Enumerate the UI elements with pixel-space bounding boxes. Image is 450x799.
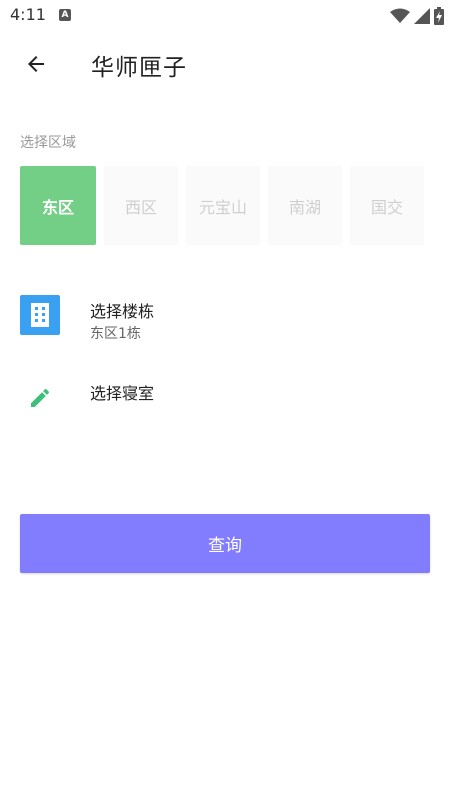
region-chip-west[interactable]: 西区 [104, 166, 178, 245]
selected-building-value: 东区1栋 [90, 326, 141, 342]
toolbar: 华师匣子 [0, 32, 450, 98]
building-icon [20, 295, 60, 335]
region-section-label: 选择区域 [20, 135, 76, 151]
battery-charging-icon [434, 7, 444, 25]
status-bar: 4:11 A [0, 0, 450, 32]
region-chip-east[interactable]: 东区 [20, 166, 96, 245]
pencil-icon [31, 388, 50, 407]
select-building-row[interactable]: 选择楼栋 东区1栋 [0, 290, 450, 350]
select-building-label: 选择楼栋 [90, 302, 155, 321]
notification-a-icon: A [59, 9, 71, 21]
region-chip-yuanbaoshan[interactable]: 元宝山 [186, 166, 260, 245]
signal-icon [414, 8, 430, 24]
back-button[interactable] [14, 42, 58, 86]
arrow-left-icon [28, 56, 44, 72]
status-time: 4:11 [10, 5, 46, 24]
wifi-icon [390, 8, 410, 23]
status-icons [390, 6, 444, 26]
query-button[interactable]: 查询 [20, 514, 430, 573]
page-title: 华师匣子 [91, 55, 187, 81]
region-chip-nanhu[interactable]: 南湖 [268, 166, 342, 245]
select-dorm-row[interactable]: 选择寝室 [0, 372, 450, 422]
select-dorm-label: 选择寝室 [90, 384, 155, 403]
region-chip-guojiao[interactable]: 国交 [350, 166, 424, 245]
region-selector: 东区 西区 元宝山 南湖 国交 [20, 166, 424, 245]
